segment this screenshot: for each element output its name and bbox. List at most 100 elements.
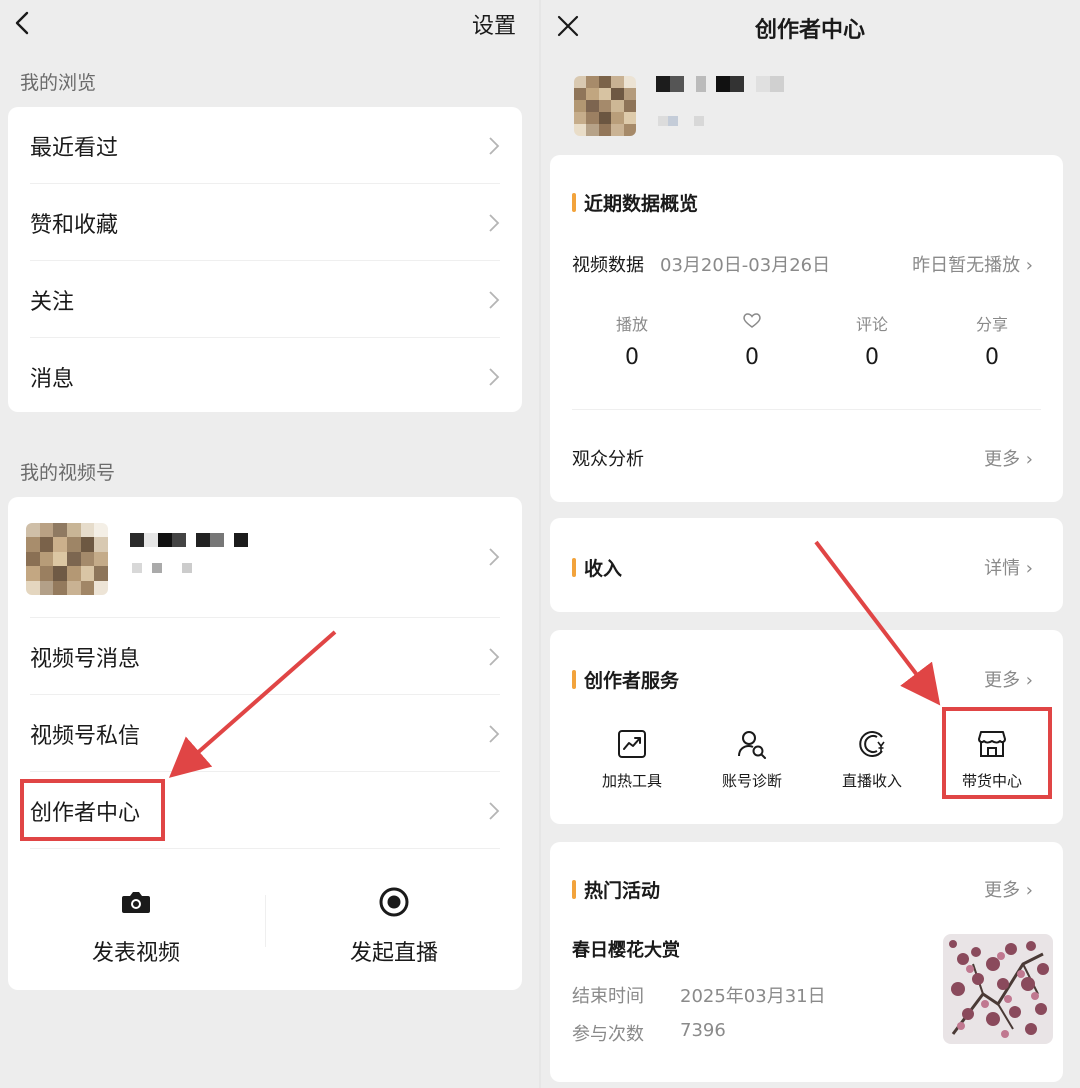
- creator-center-panel: 创作者中心 近期数据概览 视频数据 03月20日-03月26日 昨日暂无播放 ›…: [540, 0, 1080, 1088]
- trend-chart-icon: [616, 728, 648, 760]
- accent-bar: [572, 880, 576, 899]
- camera-icon: [119, 885, 153, 919]
- channels-section-label: 我的视频号: [20, 462, 116, 484]
- more-text: 更多: [984, 449, 1021, 470]
- participation-label: 参与次数: [572, 1024, 644, 1045]
- divider: [30, 848, 500, 849]
- income-title: 收入: [572, 554, 622, 581]
- creator-center-highlight: [20, 779, 165, 841]
- stat-likes: 0: [692, 311, 812, 370]
- cherry-blossom-image[interactable]: [943, 934, 1053, 1044]
- list-item-label: 最近看过: [30, 135, 119, 161]
- details-text: 详情: [984, 558, 1021, 579]
- list-item-channel-private-messages[interactable]: 视频号私信: [8, 695, 522, 772]
- list-item-channel-messages[interactable]: 视频号消息: [8, 618, 522, 695]
- stat-label: 播放: [615, 315, 648, 334]
- more-text: 更多: [984, 880, 1021, 901]
- income-details-link[interactable]: 详情 ›: [984, 554, 1033, 580]
- record-icon: [377, 885, 411, 919]
- data-overview-card: 近期数据概览 视频数据 03月20日-03月26日 昨日暂无播放 › 播放 0 …: [550, 155, 1063, 502]
- hot-events-card: 热门活动 更多 › 春日樱花大赏 结束时间 2025年03月31日 参与次数 7…: [550, 842, 1063, 1082]
- avatar: [26, 523, 108, 595]
- list-item-label: 赞和收藏: [30, 212, 119, 238]
- settings-panel: 设置 我的浏览 最近看过 赞和收藏 关注 消息 我的视频号 视频号消息 视频号私…: [0, 0, 540, 1088]
- service-label: 加热工具: [601, 772, 662, 790]
- chevron-right-icon: [489, 724, 500, 743]
- overview-title-text: 近期数据概览: [584, 193, 699, 215]
- stat-value: 0: [745, 345, 759, 370]
- accent-bar: [572, 670, 576, 689]
- events-title-text: 热门活动: [584, 880, 661, 902]
- service-account-diagnosis[interactable]: 账号诊断: [692, 728, 812, 791]
- events-title: 热门活动: [572, 876, 660, 903]
- profile-name-redacted: [656, 76, 784, 92]
- more-text: 更多: [984, 670, 1021, 691]
- yuan-circle-icon: [856, 728, 888, 760]
- channels-card: 视频号消息 视频号私信 创作者中心 发表视频 发起直播: [8, 497, 522, 990]
- chevron-right-icon: [489, 367, 500, 386]
- stat-value: 0: [625, 345, 639, 370]
- accent-bar: [572, 558, 576, 577]
- overview-title: 近期数据概览: [572, 189, 698, 216]
- service-heat-tool[interactable]: 加热工具: [572, 728, 692, 791]
- chevron-right-icon: [489, 290, 500, 309]
- chevron-right-icon: [489, 136, 500, 155]
- divider: [265, 895, 266, 947]
- income-card[interactable]: 收入 详情 ›: [550, 518, 1063, 612]
- service-live-income[interactable]: 直播收入: [812, 728, 932, 791]
- chevron-right-icon: [489, 548, 500, 566]
- stat-plays: 播放 0: [572, 311, 692, 370]
- stat-comments: 评论 0: [812, 311, 932, 370]
- income-title-text: 收入: [584, 558, 623, 580]
- browse-card: 最近看过 赞和收藏 关注 消息: [8, 107, 522, 412]
- page-title: 创作者中心: [754, 18, 865, 43]
- start-live-label: 发起直播: [349, 941, 438, 966]
- list-item-recently-viewed[interactable]: 最近看过: [8, 107, 522, 184]
- end-time-label: 结束时间: [572, 986, 644, 1007]
- chevron-right-icon: [489, 801, 500, 820]
- list-item-label: 视频号私信: [30, 723, 141, 749]
- stat-label: 分享: [975, 315, 1008, 334]
- service-label: 账号诊断: [721, 772, 782, 790]
- divider: [572, 409, 1041, 410]
- start-live-button[interactable]: 发起直播: [326, 885, 462, 967]
- chevron-right-icon: [489, 647, 500, 666]
- video-data-label: 视频数据: [572, 255, 644, 276]
- avatar[interactable]: [574, 76, 636, 136]
- list-item-label: 视频号消息: [30, 646, 141, 672]
- services-more-link[interactable]: 更多 ›: [984, 666, 1033, 692]
- browse-section-label: 我的浏览: [20, 72, 97, 94]
- date-range: 03月20日-03月26日: [660, 255, 831, 276]
- heart-icon: [692, 311, 812, 333]
- channel-id-redacted: [132, 563, 192, 573]
- post-video-button[interactable]: 发表视频: [68, 885, 204, 967]
- audience-more-link[interactable]: 更多 ›: [984, 445, 1033, 471]
- list-item-likes-favorites[interactable]: 赞和收藏: [8, 184, 522, 261]
- list-item-label: 消息: [30, 366, 75, 392]
- list-item-messages[interactable]: 消息: [8, 338, 522, 415]
- back-arrow-icon[interactable]: [8, 8, 38, 38]
- service-label: 直播收入: [841, 772, 902, 790]
- participation-value: 7396: [680, 1020, 726, 1041]
- chevron-right-icon: [489, 213, 500, 232]
- services-title: 创作者服务: [572, 666, 679, 693]
- playback-status-text: 昨日暂无播放: [912, 255, 1021, 276]
- channel-profile-row[interactable]: [8, 497, 522, 617]
- list-item-following[interactable]: 关注: [8, 261, 522, 338]
- stat-value: 0: [985, 345, 999, 370]
- services-title-text: 创作者服务: [584, 670, 680, 692]
- accent-bar: [572, 193, 576, 212]
- stat-label: 评论: [855, 315, 888, 334]
- post-video-label: 发表视频: [91, 941, 180, 966]
- events-more-link[interactable]: 更多 ›: [984, 876, 1033, 902]
- playback-status-link[interactable]: 昨日暂无播放 ›: [912, 251, 1033, 277]
- event-name[interactable]: 春日樱花大赏: [572, 936, 680, 962]
- user-search-icon: [736, 728, 768, 760]
- settings-button[interactable]: 设置: [472, 8, 516, 40]
- channel-name-redacted: [130, 533, 248, 547]
- audience-analysis-label: 观众分析: [572, 449, 644, 470]
- end-time-value: 2025年03月31日: [680, 986, 826, 1007]
- stat-shares: 分享 0: [932, 311, 1052, 370]
- stat-value: 0: [865, 345, 879, 370]
- list-item-label: 关注: [30, 289, 75, 315]
